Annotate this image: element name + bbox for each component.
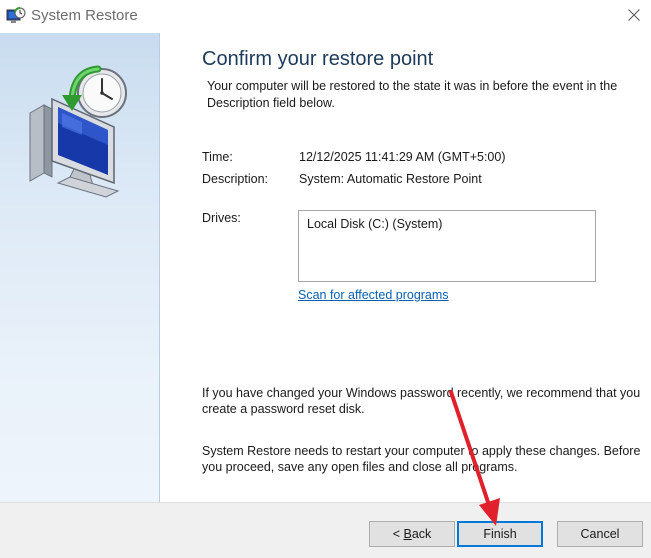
finish-button[interactable]: Finish [457,521,543,547]
content-area: Confirm your restore point Your computer… [160,33,651,502]
page-title: Confirm your restore point [202,48,434,70]
back-button-prefix: < [392,527,404,541]
close-button[interactable] [617,0,651,33]
description-label: Description: [202,172,268,186]
window-title: System Restore [31,7,138,24]
left-banner-panel [0,33,160,502]
scan-affected-programs-link[interactable]: Scan for affected programs [298,287,449,303]
restart-note: System Restore needs to restart your com… [202,444,641,474]
button-bar: < Back Finish Cancel [0,502,651,558]
restore-computer-clock-icon [22,65,132,199]
back-button[interactable]: < Back [369,521,455,547]
system-restore-icon [6,7,26,25]
back-button-rest: ack [411,527,432,541]
system-restore-window: System Restore Confirm your restore poin… [0,0,651,558]
intro-text: Your computer will be restored to the st… [207,79,618,110]
time-value: 12/12/2025 11:41:29 AM (GMT+5:00) [299,150,506,164]
time-label: Time: [202,150,233,164]
drives-label: Drives: [202,211,241,225]
drive-list-item[interactable]: Local Disk (C:) (System) [307,216,442,232]
description-value: System: Automatic Restore Point [299,172,482,186]
back-button-mnemonic: B [403,527,412,541]
title-bar[interactable]: System Restore [0,0,651,33]
cancel-button[interactable]: Cancel [557,521,643,547]
drives-list[interactable]: Local Disk (C:) (System) [298,210,596,282]
password-note: If you have changed your Windows passwor… [202,386,641,416]
